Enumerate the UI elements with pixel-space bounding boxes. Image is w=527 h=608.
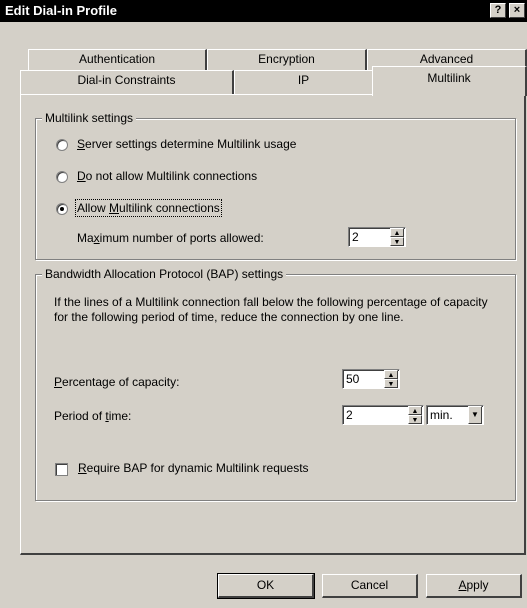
spin-down-icon[interactable]: ▼ [390,237,404,246]
label-server-settings[interactable]: Server settings determine Multilink usag… [77,137,296,151]
label-percentage: Percentage of capacity: [54,375,180,389]
dropdown-button[interactable]: ▼ [468,406,482,424]
max-ports-spinner[interactable]: ▲ ▼ [390,228,404,246]
spin-up-icon[interactable]: ▲ [390,228,404,237]
checkbox-require-bap[interactable] [55,463,68,476]
tab-dial-in-constraints[interactable]: Dial-in Constraints [20,70,234,94]
chevron-down-icon[interactable]: ▼ [468,406,482,424]
label-require-bap[interactable]: Require BAP for dynamic Multilink reques… [78,461,309,475]
dialog-window: Edit Dial-in Profile ? × Authentication … [0,0,527,608]
close-button[interactable]: × [509,3,525,18]
bap-settings-group: Bandwidth Allocation Protocol (BAP) sett… [35,267,516,501]
percentage-spinner[interactable]: ▲ ▼ [384,370,398,388]
ok-button[interactable]: OK [217,573,315,599]
spin-down-icon[interactable]: ▼ [384,379,398,388]
radio-server-settings[interactable] [56,139,68,151]
spin-up-icon[interactable]: ▲ [384,370,398,379]
title-bar[interactable]: Edit Dial-in Profile ? × [0,0,527,22]
tab-encryption[interactable]: Encryption [207,49,367,71]
window-title: Edit Dial-in Profile [5,3,117,18]
radio-do-not-allow[interactable] [56,171,68,183]
apply-button[interactable]: Apply [426,574,522,598]
bap-description: If the lines of a Multilink connection f… [54,295,488,324]
tab-multilink[interactable]: Multilink [372,66,527,96]
tab-authentication[interactable]: Authentication [28,49,207,71]
multilink-legend: Multilink settings [42,111,137,125]
tab-panel: Multilink settings Server settings deter… [20,94,526,555]
spin-up-icon[interactable]: ▲ [408,406,422,415]
help-button[interactable]: ? [490,3,506,18]
label-max-ports: Maximum number of ports allowed: [77,231,264,245]
period-spinner[interactable]: ▲ ▼ [408,406,422,424]
label-do-not-allow[interactable]: Do not allow Multilink connections [77,169,257,183]
label-allow-multilink[interactable]: Allow Multilink connections [75,199,222,217]
radio-allow-multilink[interactable] [56,203,68,215]
label-period: Period of time: [54,409,132,423]
bap-legend: Bandwidth Allocation Protocol (BAP) sett… [42,267,287,281]
cancel-button[interactable]: Cancel [322,574,418,598]
radio-selected-dot [60,207,64,211]
tab-ip[interactable]: IP [234,70,374,94]
multilink-settings-group: Multilink settings Server settings deter… [35,111,516,260]
spin-down-icon[interactable]: ▼ [408,415,422,424]
period-unit-value: min. [430,408,453,422]
